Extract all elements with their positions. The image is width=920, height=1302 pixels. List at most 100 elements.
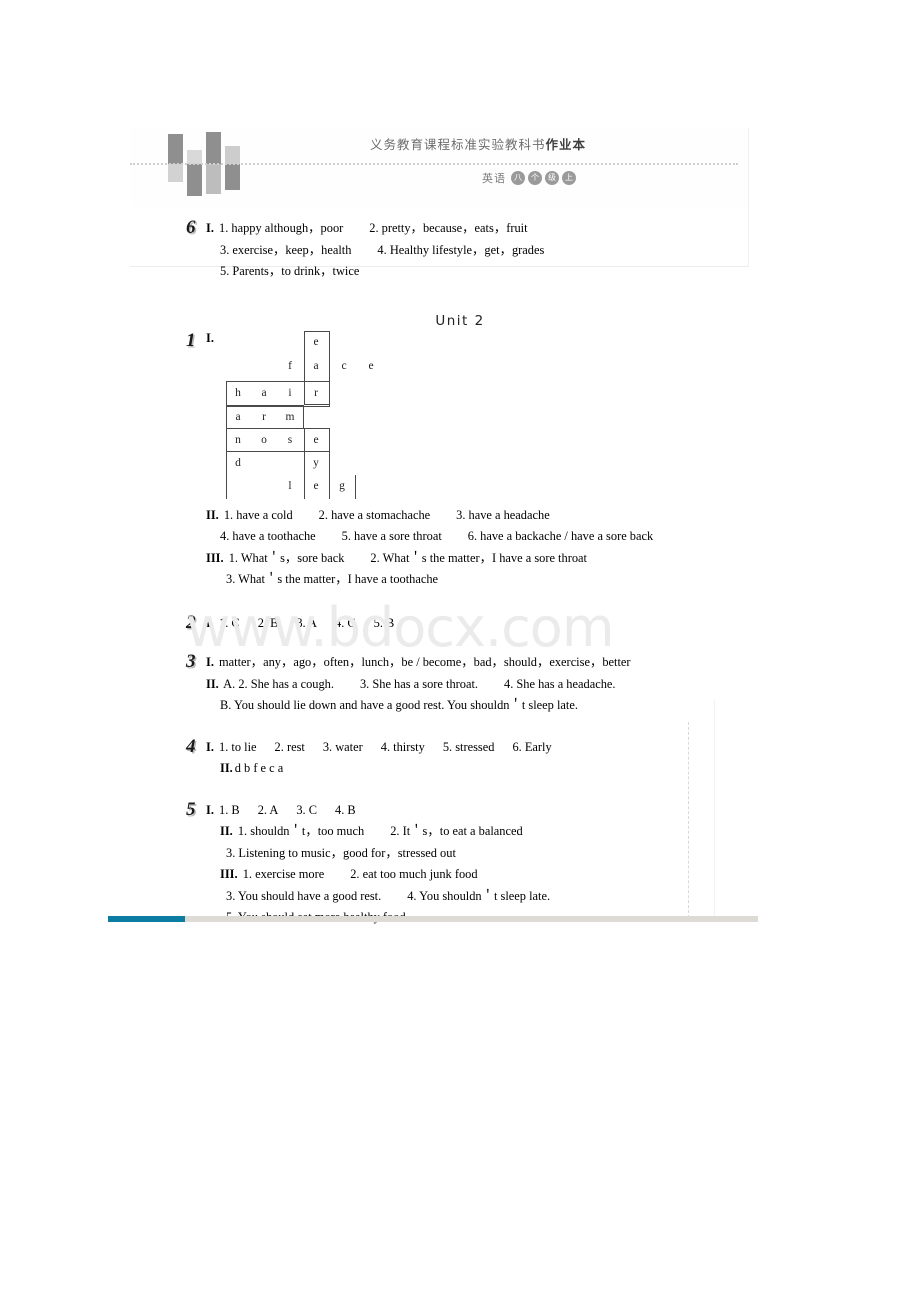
answer-line: II. 1. shouldn＇t，too much 2. It＇s，to eat …: [206, 821, 726, 843]
answer-line: III. 1. What＇s，sore back 2. What＇s the ma…: [206, 548, 726, 570]
crossword-cell: e: [313, 433, 319, 446]
roman-label: III.: [220, 867, 238, 881]
section-number: 5: [186, 798, 196, 820]
crossword-cell: f: [288, 359, 292, 372]
answer-item: 6. Early: [512, 739, 552, 754]
answer-item: 5. Parents，to drink，twice: [220, 264, 360, 278]
answer-item: 4. She has a headache.: [504, 676, 616, 691]
roman-label: II.: [206, 676, 219, 691]
answer-item: 5. have a sore throat: [341, 529, 442, 543]
answer-item: 3. She has a sore throat.: [359, 676, 479, 691]
answer-item: 2. rest: [274, 739, 305, 754]
answer-section-5: 5 I. 1. B 2. A 3. C 4. B II. 1. shouldn＇t，t…: [186, 800, 726, 929]
roman-label: II.: [220, 824, 233, 838]
crossword-cell: g: [339, 479, 345, 492]
crossword-cell: y: [313, 456, 319, 469]
answer-item: 6. have a backache / have a sore back: [467, 529, 654, 543]
answer-item: matter，any，ago，often，lunch，be / become，b…: [219, 655, 631, 669]
crossword-cell: d: [235, 456, 241, 469]
answer-item: 2. pretty，because，eats，fruit: [369, 221, 528, 235]
bottom-scroll-track[interactable]: [108, 916, 758, 922]
answer-line: 5. Parents，to drink，twice: [206, 261, 726, 283]
answer-item: 3. What＇s the matter，I have a toothache: [226, 572, 439, 586]
section-number: 2: [186, 611, 196, 633]
answer-item: 2. It＇s，to eat a balanced: [390, 824, 523, 838]
answer-item: 3. A: [296, 615, 317, 630]
answer-line: B. You should lie down and have a good r…: [206, 695, 726, 717]
grade-badge-3: 级: [545, 171, 559, 185]
answer-item: 1. shouldn＇t，too much: [237, 824, 365, 838]
answer-line: 3. What＇s the matter，I have a toothache: [206, 569, 726, 591]
bottom-scroll-thumb[interactable]: [108, 916, 185, 922]
masthead-title-plain: 义务教育课程标准实验教科书: [370, 137, 546, 152]
grade-badge-4: 上: [562, 171, 576, 185]
crossword-cell: h: [235, 386, 241, 399]
crossword-cell: n: [235, 433, 241, 446]
answer-item: 2. A: [257, 802, 279, 817]
answer-key-body: 6 I. 1. happy although，poor 2. pretty，bec…: [186, 218, 726, 931]
masthead-title-bold: 作业本: [545, 137, 587, 152]
answer-line: III. 1. exercise more 2. eat too much jun…: [206, 864, 726, 886]
answer-section-3: 3 I. matter，any，ago，often，lunch，be / bec…: [186, 652, 726, 717]
answer-line: II. 1. have a cold 2. have a stomachache 3…: [206, 505, 726, 527]
answer-line: I. matter，any，ago，often，lunch，be / becom…: [206, 652, 726, 674]
section-number: 6: [186, 217, 196, 238]
answer-section-1: 1 I. e f a c e h a i r a r m n o s e d y…: [186, 329, 726, 591]
answer-item: 5. B: [373, 615, 395, 630]
roman-label: II.: [220, 761, 233, 775]
answer-item: 4. C: [335, 615, 356, 630]
answer-item: 3. water: [322, 739, 363, 754]
answer-item: d b f e c a: [234, 761, 284, 775]
masthead-dotted-rule: [130, 163, 738, 165]
answer-section-4: 4 I. 1. to lie 2. rest 3. water 4. thirsty 5…: [186, 737, 726, 780]
answer-item: 3. C: [296, 802, 317, 817]
answer-item: 5. stressed: [442, 739, 495, 754]
grade-badge-1: 八: [511, 171, 525, 185]
section-number: 3: [186, 651, 196, 672]
crossword-cell: e: [313, 479, 319, 492]
answer-section-2: 2 I. 1. C 2. B 3. A 4. C 5. B: [186, 613, 726, 635]
answer-item: 2. What＇s the matter，I have a sore throa…: [370, 550, 587, 565]
answer-line: 4. have a toothache 5. have a sore throat…: [206, 526, 726, 548]
crossword-cell: r: [262, 410, 266, 423]
answer-item: 1. exercise more: [242, 867, 325, 881]
answer-item: 2. have a stomachache: [318, 507, 431, 522]
crossword-cell: e: [368, 359, 374, 372]
answer-item: 2. B: [257, 615, 279, 630]
answer-item: B. You should lie down and have a good r…: [220, 698, 578, 712]
answer-item: 4. You shouldn＇t sleep late.: [407, 888, 551, 903]
answer-section-6: 6 I. 1. happy although，poor 2. pretty，bec…: [186, 218, 726, 283]
answer-item: 1. to lie: [219, 739, 257, 754]
crossword-cell: l: [288, 479, 292, 492]
answer-item: 4. Healthy lifestyle，get，grades: [377, 242, 545, 257]
answer-line: 3. Listening to music，good for，stressed …: [206, 843, 726, 865]
crossword-cell: a: [235, 410, 241, 423]
answer-item: 1. C: [219, 615, 240, 630]
crossword-cell: i: [288, 386, 292, 399]
answer-line: I. 1. C 2. B 3. A 4. C 5. B: [206, 613, 726, 635]
answer-line: I. 1. B 2. A 3. C 4. B: [206, 800, 726, 822]
page-sheet: 义务教育课程标准实验教科书作业本 英语 八 个 级 上 Unit 2 www.b…: [0, 0, 920, 1302]
masthead-subtitle: 英语 八 个 级 上: [482, 170, 576, 186]
answer-item: 4. thirsty: [380, 739, 425, 754]
crossword-cell: o: [261, 433, 267, 446]
crossword-grid: I. e f a c e h a i r a r m n o s e d y l…: [206, 330, 426, 499]
answer-item: 4. have a toothache: [220, 529, 316, 543]
answer-item: 1. have a cold: [223, 507, 293, 522]
answer-line: 3. You should have a good rest. 4. You sh…: [206, 886, 726, 908]
answer-line: II. A. 2. She has a cough. 3. She has a s…: [206, 674, 726, 696]
crossword-cell: e: [313, 335, 319, 348]
roman-label: I.: [206, 330, 214, 345]
masthead: 义务教育课程标准实验教科书作业本 英语 八 个 级 上: [130, 128, 750, 208]
answer-item: 3. exercise，keep，health: [220, 242, 352, 257]
section-number: 1: [186, 329, 196, 351]
answer-item: 3. You should have a good rest.: [226, 888, 382, 903]
masthead-subject: 英语: [482, 172, 506, 185]
crossword-cell: r: [314, 386, 318, 399]
answer-item: A. 2. She has a cough.: [223, 676, 334, 691]
roman-label: III.: [206, 550, 224, 565]
answer-line: 3. exercise，keep，health 4. Healthy lifest…: [206, 240, 726, 262]
grade-badge-2: 个: [528, 171, 542, 185]
crossword-cell: s: [287, 433, 293, 446]
answer-line: II. d b f e c a: [206, 758, 726, 780]
